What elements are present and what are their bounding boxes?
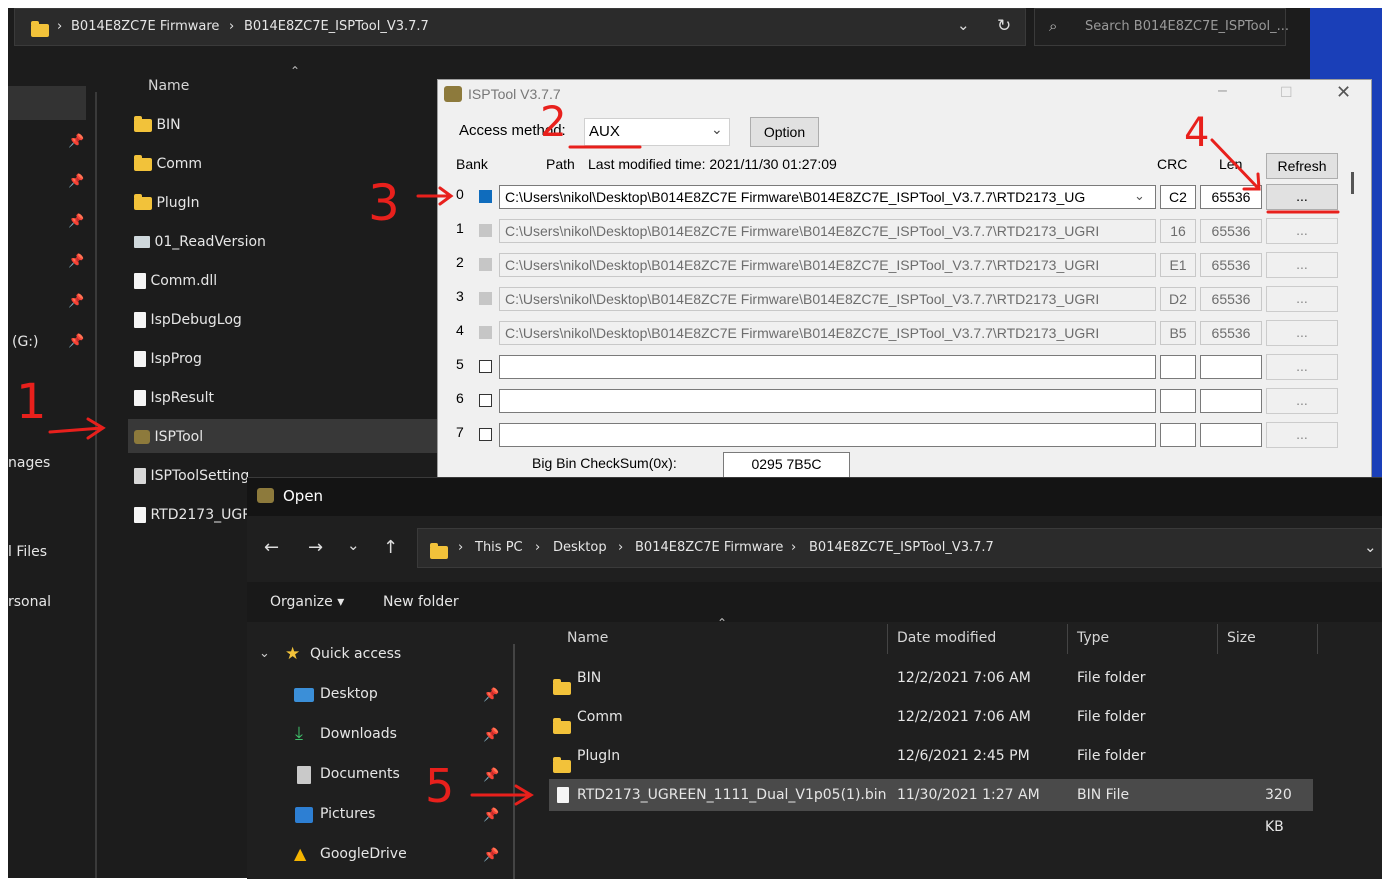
annotation-number: 1 [16,374,47,430]
annotation-number: 4 [1184,110,1209,156]
annotation-number: 2 [540,97,567,146]
annotation-number: 5 [425,759,454,813]
annotation-layer: 1 2 3 4 5 [16,97,1340,813]
annotation-arrow [470,784,534,806]
annotation-arrow [416,186,454,206]
annotation-arrow [1210,138,1261,191]
annotation-arrow [48,417,106,440]
annotation-number: 3 [368,174,400,232]
